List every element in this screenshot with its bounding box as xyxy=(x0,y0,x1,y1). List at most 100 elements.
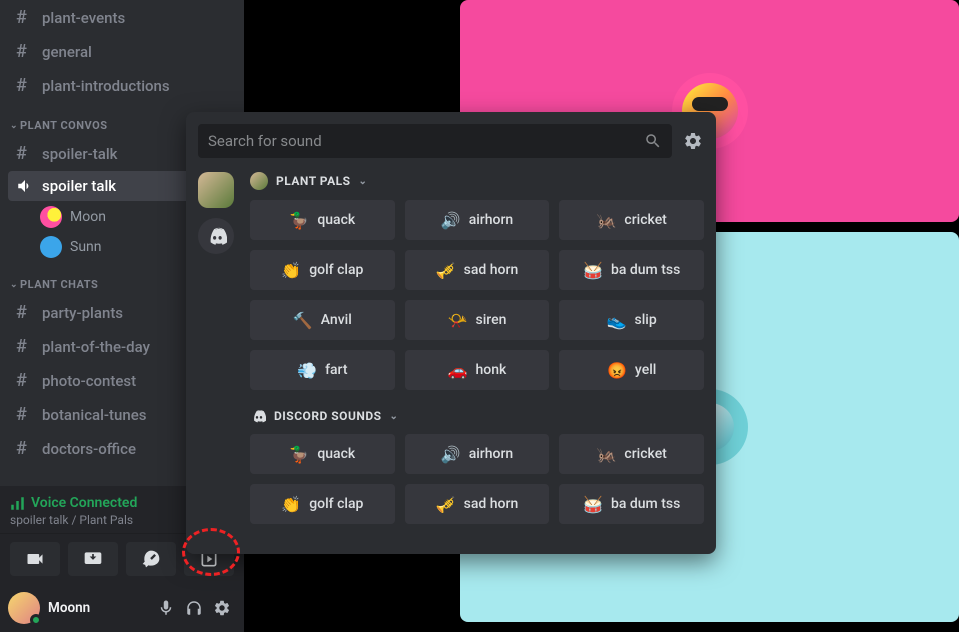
headphones-icon xyxy=(185,599,203,617)
sound-button[interactable]: 😡yell xyxy=(559,350,704,390)
user-name: Moon xyxy=(70,209,106,225)
search-icon xyxy=(644,132,662,150)
sound-emoji: 🚗 xyxy=(448,361,468,380)
sound-button[interactable]: 👏 golf clap xyxy=(250,250,395,290)
hash-icon: # xyxy=(16,41,34,62)
user-panel: Moonn xyxy=(0,584,244,632)
gear-icon xyxy=(213,599,231,617)
sound-button[interactable]: 🔊airhorn xyxy=(405,434,550,474)
sound-label: quack xyxy=(317,446,355,462)
channel-name: plant-of-the-day xyxy=(42,338,150,356)
voice-connected-status[interactable]: Voice Connected xyxy=(10,495,137,511)
group-title: DISCORD SOUNDS xyxy=(274,409,382,423)
voice-status-title: Voice Connected xyxy=(31,495,137,511)
sound-group-header[interactable]: PLANT PALS ⌄ xyxy=(250,172,704,190)
screen-share-button[interactable] xyxy=(68,542,118,576)
deafen-button[interactable] xyxy=(180,594,208,622)
search-input-wrapper[interactable] xyxy=(198,124,672,158)
chevron-down-icon: ⌄ xyxy=(359,176,368,187)
sound-label: cricket xyxy=(624,212,666,228)
sound-button[interactable]: 🦗cricket xyxy=(559,200,704,240)
sound-button[interactable]: 🥁 ba dum tss xyxy=(559,250,704,290)
sound-label: ba dum tss xyxy=(611,262,680,278)
sound-button[interactable]: 💨fart xyxy=(250,350,395,390)
sound-emoji: 🔊 xyxy=(441,211,461,230)
channel-name: spoiler-talk xyxy=(42,145,117,163)
microphone-icon xyxy=(157,599,175,617)
avatar xyxy=(40,206,62,228)
sound-button[interactable]: 🥁ba dum tss xyxy=(559,484,704,524)
sound-button[interactable]: 🎺 sad horn xyxy=(405,250,550,290)
sound-label: golf clap xyxy=(309,262,363,278)
category-label: PLANT CHATS xyxy=(20,278,98,291)
channel-item[interactable]: #plant-events xyxy=(8,1,236,34)
group-title: PLANT PALS xyxy=(276,174,351,188)
channel-name: doctors-office xyxy=(42,440,136,458)
channel-name: party-plants xyxy=(42,304,123,322)
server-icon-discord[interactable] xyxy=(198,218,234,254)
channel-name: spoiler talk xyxy=(42,177,116,195)
chevron-down-icon: ⌄ xyxy=(10,121,18,131)
hash-icon: # xyxy=(16,370,34,391)
sound-label: airhorn xyxy=(469,212,514,228)
sound-button[interactable]: 🦗cricket xyxy=(559,434,704,474)
discord-icon xyxy=(250,408,266,424)
sound-emoji: 🎺 xyxy=(436,261,456,280)
sound-button[interactable]: 👟slip xyxy=(559,300,704,340)
sound-label: airhorn xyxy=(469,446,514,462)
sound-button[interactable]: 👏 golf clap xyxy=(250,484,395,524)
hash-icon: # xyxy=(16,302,34,323)
sound-button[interactable]: 🔊 airhorn xyxy=(405,200,550,240)
sound-label: fart xyxy=(325,362,347,378)
user-avatar[interactable] xyxy=(8,592,40,624)
sound-button[interactable]: 🦆 quack xyxy=(250,434,395,474)
sound-label: siren xyxy=(476,312,507,328)
channel-item[interactable]: # general xyxy=(8,35,236,68)
sound-group-header[interactable]: DISCORD SOUNDS⌄ xyxy=(250,408,704,424)
sound-emoji: 📯 xyxy=(448,311,468,330)
hash-icon: # xyxy=(16,438,34,459)
server-icon-plant-pals[interactable] xyxy=(198,172,234,208)
activity-button[interactable] xyxy=(126,542,176,576)
category-label: PLANT CONVOS xyxy=(20,119,107,132)
sound-emoji: 🥁 xyxy=(583,261,603,280)
sound-label: yell xyxy=(635,362,656,378)
avatar xyxy=(40,236,62,258)
hash-icon: # xyxy=(16,404,34,425)
soundboard-settings-button[interactable] xyxy=(682,130,704,152)
sound-label: quack xyxy=(317,212,355,228)
channel-name: general xyxy=(42,43,92,61)
hash-icon: # xyxy=(16,336,34,357)
sound-label: golf clap xyxy=(309,496,363,512)
sound-button[interactable]: 🔨Anvil xyxy=(250,300,395,340)
sound-label: sad horn xyxy=(464,496,519,512)
sound-button[interactable]: 🎺sad horn xyxy=(405,484,550,524)
search-input[interactable] xyxy=(208,132,644,150)
sound-label: sad horn xyxy=(464,262,519,278)
sound-emoji: 👏 xyxy=(281,261,301,280)
screen-share-icon xyxy=(83,549,103,569)
channel-name: plant-events xyxy=(42,9,125,27)
mute-button[interactable] xyxy=(152,594,180,622)
speaker-icon xyxy=(16,177,34,195)
video-button[interactable] xyxy=(10,542,60,576)
sound-emoji: 🦆 xyxy=(289,445,309,464)
rocket-icon xyxy=(141,549,161,569)
sound-emoji: 👏 xyxy=(281,495,301,514)
channel-name: botanical-tunes xyxy=(42,406,146,424)
user-name: Sunn xyxy=(70,239,102,255)
sound-label: cricket xyxy=(624,446,666,462)
sound-button[interactable]: 🦆quack xyxy=(250,200,395,240)
sound-button[interactable]: 🚗 honk xyxy=(405,350,550,390)
channel-name: photo-contest xyxy=(42,372,136,390)
channel-name: plant-introductions xyxy=(42,77,170,95)
user-settings-button[interactable] xyxy=(208,594,236,622)
channel-item[interactable]: #plant-introductions xyxy=(8,69,236,102)
server-avatar xyxy=(250,172,268,190)
soundboard-panel: PLANT PALS ⌄ 🦆 quack 🔊 airhorn 🦗cricket 👏 golf c… xyxy=(186,112,716,554)
sound-label: honk xyxy=(476,362,507,378)
username[interactable]: Moonn xyxy=(48,600,152,616)
sound-button[interactable]: 📯 siren xyxy=(405,300,550,340)
chevron-down-icon: ⌄ xyxy=(10,280,18,290)
camera-icon xyxy=(25,549,45,569)
